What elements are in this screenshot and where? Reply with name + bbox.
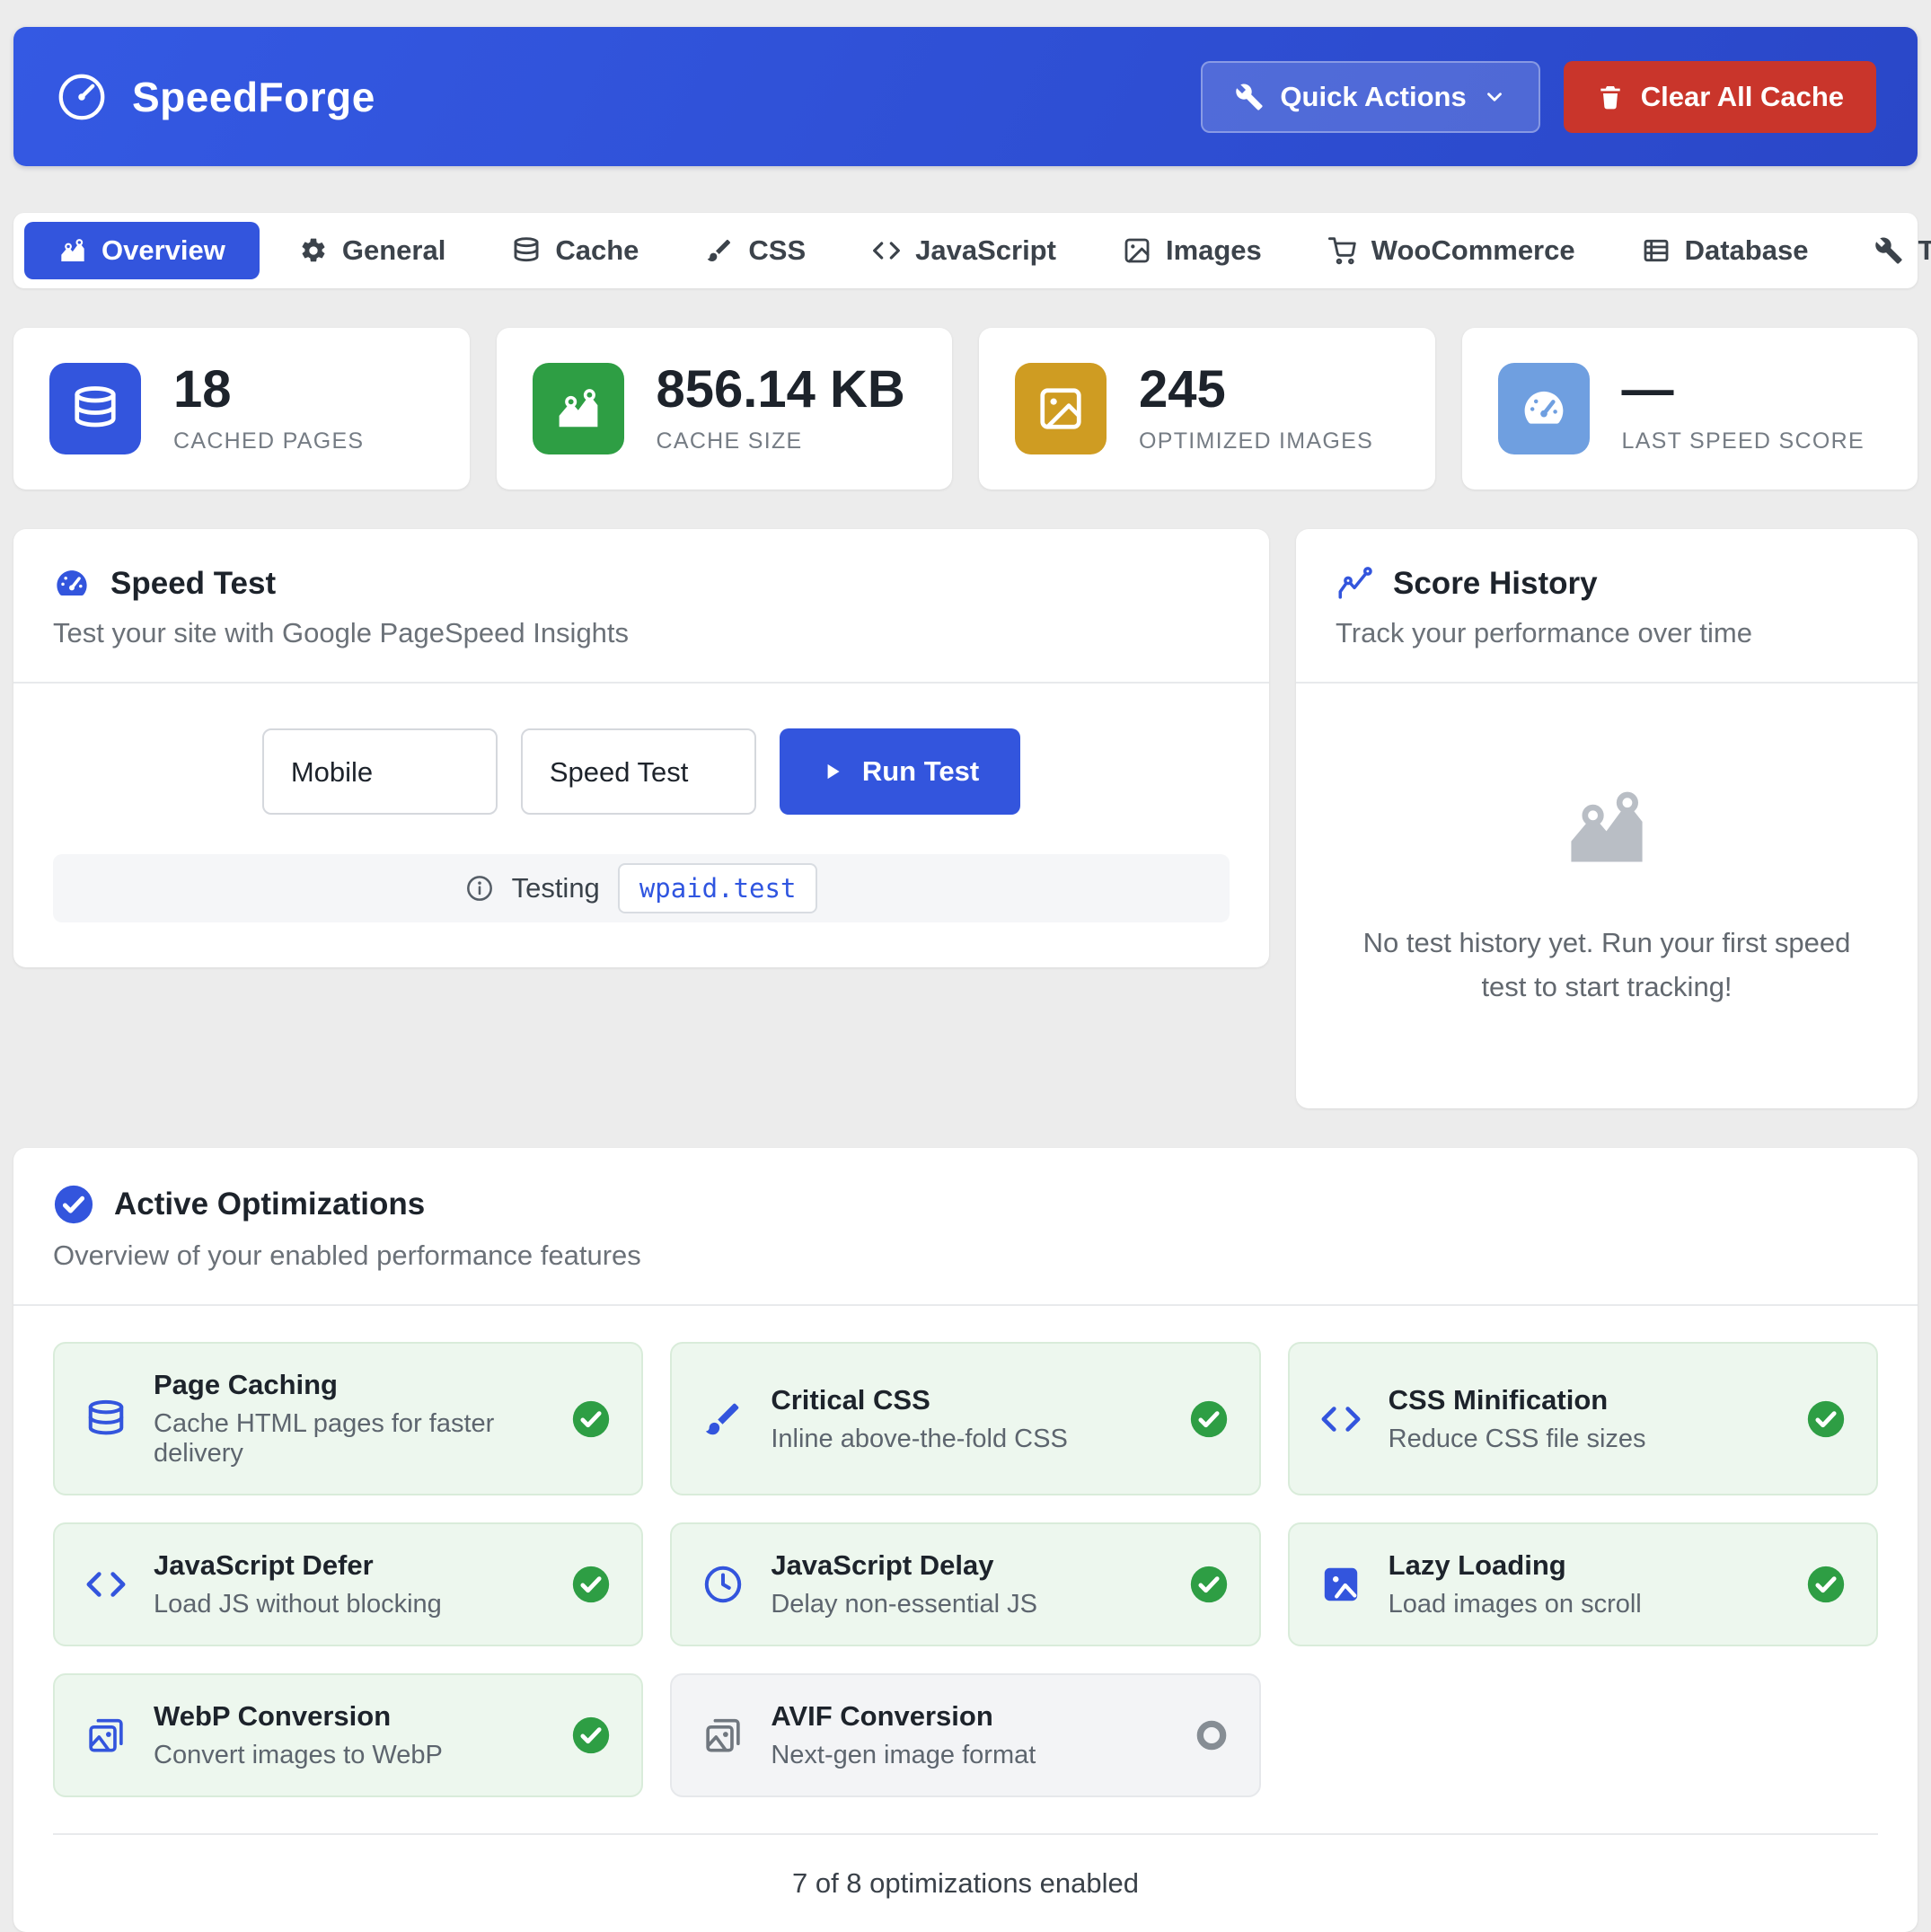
optimization-lazy-loading: Lazy Loading Load images on scroll — [1288, 1522, 1878, 1646]
tab-overview[interactable]: Overview — [24, 222, 260, 279]
test-type-select[interactable]: Speed Test — [521, 728, 756, 815]
stat-card-cache-size: 856.14 KB CACHE SIZE — [497, 328, 953, 490]
testing-domain-badge: wpaid.test — [618, 863, 818, 913]
optimization-avif-conversion: AVIF Conversion Next-gen image format — [670, 1673, 1260, 1797]
enabled-check-icon — [571, 1565, 611, 1604]
tab-bar: Overview General Cache CSS JavaScript Im… — [13, 213, 1918, 288]
score-history-title: Score History — [1393, 566, 1598, 602]
enabled-check-icon — [1806, 1565, 1846, 1604]
clear-all-cache-label: Clear All Cache — [1641, 81, 1844, 113]
score-history-empty-state: No test history yet. Run your first spee… — [1296, 684, 1918, 1108]
chart-placeholder-icon — [1562, 783, 1652, 873]
image-icon — [1123, 236, 1151, 265]
optimizations-subtitle: Overview of your enabled performance fea… — [53, 1239, 1878, 1272]
tab-woocommerce[interactable]: WooCommerce — [1301, 222, 1602, 279]
run-test-button[interactable]: Run Test — [780, 728, 1020, 815]
stat-label: OPTIMIZED IMAGES — [1139, 428, 1373, 454]
stat-value: 856.14 KB — [657, 363, 905, 418]
enabled-check-icon — [1189, 1565, 1229, 1604]
speed-test-title: Speed Test — [110, 566, 276, 602]
app-header: SpeedForge Quick Actions Clear All Cache — [13, 27, 1918, 166]
chart-icon — [533, 363, 624, 454]
database-icon — [512, 236, 541, 265]
optimization-webp-conversion: WebP Conversion Convert images to WebP — [53, 1673, 643, 1797]
device-select[interactable]: Mobile — [262, 728, 498, 815]
tab-general[interactable]: General — [272, 222, 472, 279]
info-icon — [465, 874, 494, 903]
enabled-check-icon — [571, 1399, 611, 1439]
optimizations-footer: 7 of 8 optimizations enabled — [53, 1833, 1878, 1932]
play-icon — [821, 760, 844, 783]
optimization-javascript-delay: JavaScript Delay Delay non-essential JS — [670, 1522, 1260, 1646]
images-stack-icon — [702, 1715, 744, 1756]
images-stack-icon — [85, 1715, 127, 1756]
code-icon — [872, 236, 901, 265]
optimization-css-minification: CSS Minification Reduce CSS file sizes — [1288, 1342, 1878, 1495]
stat-label: CACHED PAGES — [173, 428, 364, 454]
stat-value: 18 — [173, 363, 364, 418]
wrench-icon — [1235, 83, 1264, 111]
stat-value: — — [1622, 363, 1865, 418]
speed-test-subtitle: Test your site with Google PageSpeed Ins… — [53, 617, 1230, 649]
optimizations-title: Active Optimizations — [114, 1187, 425, 1222]
clear-all-cache-button[interactable]: Clear All Cache — [1564, 61, 1876, 133]
enabled-check-icon — [1806, 1399, 1846, 1439]
optimization-page-caching: Page Caching Cache HTML pages for faster… — [53, 1342, 643, 1495]
gauge-icon — [1498, 363, 1590, 454]
score-history-subtitle: Track your performance over time — [1336, 617, 1878, 649]
stat-card-last-speed-score: — LAST SPEED SCORE — [1462, 328, 1918, 490]
cart-icon — [1328, 236, 1357, 265]
optimizations-grid: Page Caching Cache HTML pages for faster… — [13, 1306, 1918, 1833]
stat-card-optimized-images: 245 OPTIMIZED IMAGES — [979, 328, 1435, 490]
active-optimizations-panel: Active Optimizations Overview of your en… — [13, 1148, 1918, 1932]
speedometer-icon — [53, 565, 91, 603]
tab-cache[interactable]: Cache — [485, 222, 666, 279]
optimization-javascript-defer: JavaScript Defer Load JS without blockin… — [53, 1522, 643, 1646]
database-icon — [49, 363, 141, 454]
enabled-check-icon — [571, 1716, 611, 1755]
gear-icon — [299, 236, 328, 265]
brush-icon — [702, 1398, 744, 1440]
table-icon — [1642, 236, 1671, 265]
app-title: SpeedForge — [132, 73, 375, 121]
chart-icon — [58, 236, 87, 265]
clock-icon — [702, 1564, 744, 1605]
database-icon — [85, 1398, 127, 1440]
testing-info-bar: Testing wpaid.test — [53, 854, 1230, 922]
header-actions: Quick Actions Clear All Cache — [1201, 61, 1876, 133]
enabled-check-icon — [1189, 1399, 1229, 1439]
line-chart-icon — [1336, 565, 1373, 603]
tab-database[interactable]: Database — [1615, 222, 1836, 279]
speed-test-panel: Speed Test Test your site with Google Pa… — [13, 529, 1269, 967]
disabled-ring-icon — [1195, 1718, 1229, 1752]
optimization-critical-css: Critical CSS Inline above-the-fold CSS — [670, 1342, 1260, 1495]
tab-tools[interactable]: Tools — [1847, 222, 1931, 279]
stat-value: 245 — [1139, 363, 1373, 418]
trash-icon — [1596, 83, 1625, 111]
stat-label: CACHE SIZE — [657, 428, 905, 454]
chevron-down-icon — [1483, 85, 1506, 109]
stat-card-cached-pages: 18 CACHED PAGES — [13, 328, 470, 490]
code-icon — [85, 1564, 127, 1605]
wrench-icon — [1874, 236, 1903, 265]
speedometer-logo-icon — [55, 70, 109, 124]
score-history-panel: Score History Track your performance ove… — [1296, 529, 1918, 1108]
quick-actions-button[interactable]: Quick Actions — [1201, 61, 1539, 133]
stat-label: LAST SPEED SCORE — [1622, 428, 1865, 454]
tab-javascript[interactable]: JavaScript — [845, 222, 1083, 279]
image-filled-icon — [1320, 1564, 1362, 1605]
testing-label: Testing — [512, 872, 600, 904]
main-content: Speed Test Test your site with Google Pa… — [13, 529, 1918, 1108]
check-circle-icon — [53, 1184, 94, 1225]
stats-row: 18 CACHED PAGES 856.14 KB CACHE SIZE 245… — [13, 328, 1918, 490]
brush-icon — [705, 236, 734, 265]
empty-state-message: No test history yet. Run your first spee… — [1353, 922, 1860, 1008]
code-icon — [1320, 1398, 1362, 1440]
tab-css[interactable]: CSS — [678, 222, 833, 279]
tab-images[interactable]: Images — [1096, 222, 1289, 279]
quick-actions-label: Quick Actions — [1280, 81, 1466, 113]
image-icon — [1015, 363, 1107, 454]
